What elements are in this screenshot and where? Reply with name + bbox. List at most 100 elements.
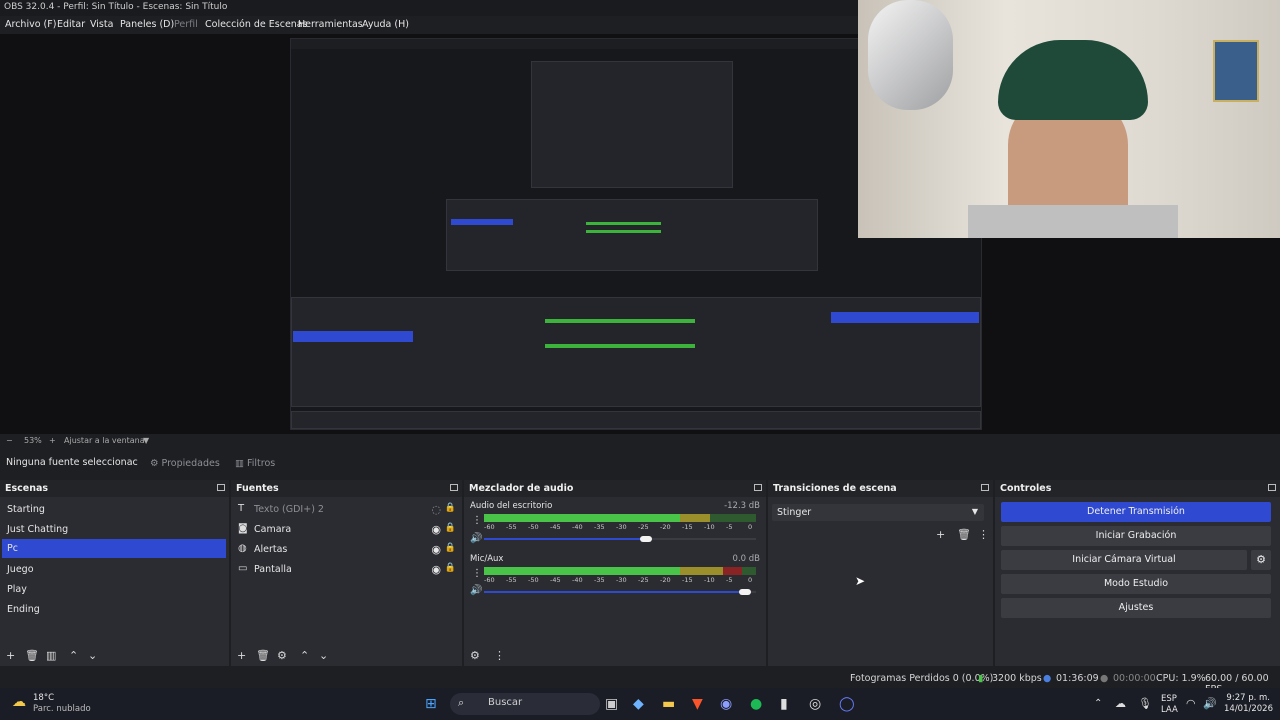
wifi-icon[interactable]: ◠ (1186, 696, 1196, 712)
spotify-icon[interactable]: ● (750, 696, 762, 712)
add-source-icon[interactable]: + (237, 649, 246, 662)
kebab-icon[interactable]: ⋮ (494, 649, 505, 662)
obs-icon[interactable]: ◎ (809, 696, 821, 712)
eye-icon[interactable]: ◉ (431, 523, 441, 536)
move-up-icon[interactable]: ⌃ (300, 649, 309, 662)
filters-button[interactable]: ▥ Filtros (235, 455, 275, 471)
meter-tick-label: -35 (594, 576, 605, 584)
audio-app-icon[interactable]: ▮ (780, 696, 788, 712)
meter-tick-label: -20 (660, 576, 671, 584)
scene-item[interactable]: Ending (2, 600, 226, 619)
brave-icon[interactable]: ▼ (692, 696, 703, 712)
undock-icon[interactable] (1268, 484, 1276, 491)
stop-stream-button[interactable]: Detener Transmisión (1001, 502, 1271, 522)
start-recording-button[interactable]: Iniciar Grabación (1001, 526, 1271, 546)
lock-icon[interactable]: 🔒 (445, 503, 456, 513)
discord-icon[interactable]: ◉ (720, 696, 732, 712)
kebab-icon[interactable]: ⋮ (472, 568, 482, 579)
filter-icon: ▥ (235, 457, 244, 469)
studio-mode-button[interactable]: Modo Estudio (1001, 574, 1271, 594)
language-code[interactable]: ESP (1161, 694, 1177, 704)
clock-date[interactable]: 14/01/2026 (1224, 704, 1273, 714)
trash-icon[interactable]: 🗑 (957, 528, 971, 541)
file-explorer-icon[interactable]: ▬ (662, 696, 675, 712)
meter-tick-label: -50 (528, 523, 539, 531)
microphone-icon[interactable]: 🎙 (1138, 696, 1152, 712)
source-toolbar: Ninguna fuente seleccionac ⚙ Propiedades… (0, 450, 1280, 476)
volume-knob[interactable] (640, 536, 652, 542)
scene-item[interactable]: Juego (2, 560, 226, 579)
menu-coleccion-escenas[interactable]: Colección de Escenas (205, 19, 308, 30)
keyboard-layout[interactable]: LAA (1161, 705, 1178, 715)
menu-ayuda[interactable]: Ayuda (H) (362, 19, 409, 30)
network-icon[interactable]: ☁ (1115, 696, 1126, 712)
source-item[interactable]: T Texto (GDI+) 2 ◌ 🔒 (233, 500, 461, 519)
add-scene-icon[interactable]: + (6, 649, 15, 662)
zoom-out-button[interactable]: − (6, 436, 13, 445)
monitor-icon: ▭ (238, 563, 248, 574)
mixer-settings-icon[interactable]: ⚙ (470, 649, 480, 662)
kebab-icon[interactable]: ⋮ (978, 528, 989, 541)
filter-icon[interactable]: ▥ (46, 649, 56, 662)
properties-button[interactable]: ⚙ Propiedades (150, 455, 220, 471)
undock-icon[interactable] (754, 484, 762, 491)
lock-icon[interactable]: 🔒 (445, 563, 456, 573)
move-down-icon[interactable]: ⌄ (319, 649, 328, 662)
clock-time[interactable]: 9:27 p. m. (1224, 693, 1270, 703)
undock-icon[interactable] (981, 484, 989, 491)
scenes-title: Escenas (5, 483, 49, 494)
speaker-icon[interactable]: 🔊 (470, 585, 482, 596)
scene-item[interactable]: Just Chatting (2, 520, 226, 539)
menu-paneles[interactable]: Paneles (D) (120, 19, 174, 30)
mouse-cursor-icon: ➤ (855, 574, 866, 588)
transition-select[interactable]: Stinger ▼ (772, 504, 984, 521)
weather-icon[interactable]: ☁ (12, 694, 26, 710)
undock-icon[interactable] (217, 484, 225, 491)
kebab-icon[interactable]: ⋮ (472, 515, 482, 526)
speaker-icon[interactable]: 🔊 (470, 533, 482, 544)
virtual-camera-settings-icon[interactable]: ⚙ (1251, 550, 1271, 570)
menu-vista[interactable]: Vista (90, 19, 113, 30)
zoom-value: 53% (24, 436, 42, 445)
app-icon[interactable]: ◯ (839, 696, 855, 712)
start-virtual-camera-button[interactable]: Iniciar Cámara Virtual (1001, 550, 1247, 570)
volume-slider[interactable] (484, 591, 756, 593)
eye-icon[interactable]: ◉ (431, 563, 441, 576)
add-transition-icon[interactable]: + (936, 528, 945, 541)
scene-item[interactable]: Starting (2, 500, 226, 519)
taskbar-search[interactable]: ⌕ Buscar (450, 693, 600, 715)
zoom-fit-dropdown[interactable]: Ajustar a la ventana (64, 436, 145, 445)
menu-herramientas[interactable]: Herramientas (298, 19, 363, 30)
chevron-down-icon[interactable]: ▼ (143, 436, 149, 445)
source-item[interactable]: ▭ Pantalla ◉ 🔒 (233, 560, 461, 579)
trash-icon[interactable]: 🗑 (256, 649, 270, 662)
move-up-icon[interactable]: ⌃ (69, 649, 78, 662)
settings-button[interactable]: Ajustes (1001, 598, 1271, 618)
windows-start-icon[interactable]: ⊞ (425, 696, 437, 712)
meter-tick-label: -25 (638, 576, 649, 584)
menu-archivo[interactable]: Archivo (F) (5, 19, 56, 30)
audio-meter (484, 567, 756, 575)
task-view-icon[interactable]: ▣ (605, 696, 618, 712)
copilot-icon[interactable]: ◆ (633, 696, 644, 712)
chevron-up-icon[interactable]: ⌃ (1094, 696, 1102, 712)
hidden-eye-icon[interactable]: ◌ (431, 503, 441, 516)
lock-icon[interactable]: 🔒 (445, 543, 456, 553)
trash-icon[interactable]: 🗑 (25, 649, 39, 662)
scene-item-selected[interactable]: Pc (2, 539, 226, 558)
gear-icon[interactable]: ⚙ (277, 649, 287, 662)
move-down-icon[interactable]: ⌄ (88, 649, 97, 662)
eye-icon[interactable]: ◉ (431, 543, 441, 556)
menu-perfil[interactable]: Perfil (174, 19, 198, 30)
zoom-in-button[interactable]: + (49, 436, 56, 445)
undock-icon[interactable] (450, 484, 458, 491)
source-item[interactable]: ◙ Camara ◉ 🔒 (233, 520, 461, 539)
volume-knob[interactable] (738, 589, 751, 595)
volume-slider[interactable] (484, 538, 756, 540)
meter-tick-label: -10 (704, 523, 715, 531)
source-item[interactable]: ◍ Alertas ◉ 🔒 (233, 540, 461, 559)
scene-item[interactable]: Play (2, 580, 226, 599)
lock-icon[interactable]: 🔒 (445, 523, 456, 533)
volume-icon[interactable]: 🔊 (1203, 696, 1217, 712)
menu-editar[interactable]: Editar (57, 19, 85, 30)
